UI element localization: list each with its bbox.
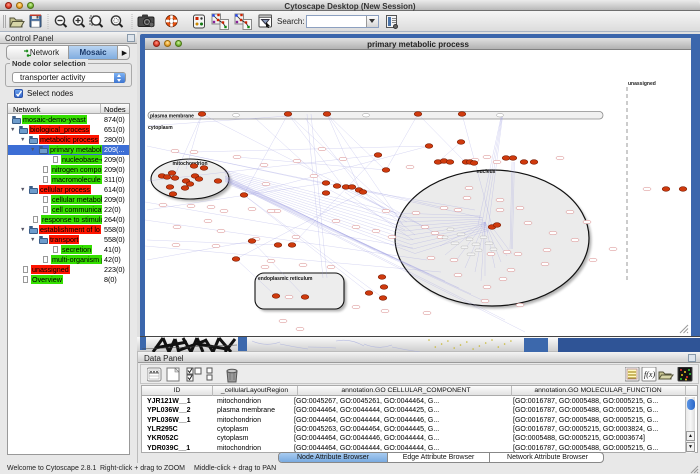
svg-text:plasma membrane: plasma membrane	[150, 113, 194, 119]
svg-text:unassigned: unassigned	[628, 81, 656, 87]
svg-text:f(x): f(x)	[644, 370, 655, 379]
svg-text:endoplasmic reticulum: endoplasmic reticulum	[258, 276, 313, 282]
svg-text:nucleus: nucleus	[477, 169, 496, 175]
svg-text:cytoplasm: cytoplasm	[148, 125, 173, 131]
